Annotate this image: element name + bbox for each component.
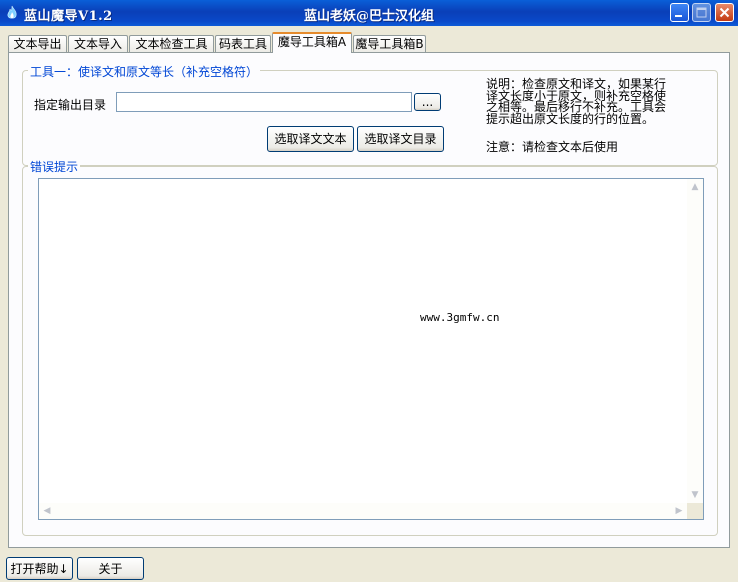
vertical-scrollbar[interactable]: ▲ ▼ [687,179,703,503]
output-dir-input[interactable] [116,92,412,112]
horizontal-scrollbar[interactable]: ◀ ▶ [39,503,687,519]
tab-text-export[interactable]: 文本导出 [8,35,67,52]
output-dir-label: 指定输出目录 [34,98,107,112]
open-help-button[interactable]: 打开帮助↓ [6,557,73,580]
about-button[interactable]: 关于 [77,557,144,580]
scroll-corner [687,503,703,519]
tool1-legend: 工具一：使译文和原文等长（补充空格符） [28,63,261,80]
tab-code-table-tool[interactable]: 码表工具 [215,35,271,52]
tab-magic-toolbox-a[interactable]: 魔导工具箱A [272,32,352,53]
tab-text-import[interactable]: 文本导入 [68,35,128,52]
tab-text-check-tool[interactable]: 文本检查工具 [129,35,214,52]
minimize-button[interactable] [670,3,689,22]
close-button[interactable] [715,3,734,22]
watermark-text: www.3gmfw.cn [420,311,500,324]
scroll-left-icon[interactable]: ◀ [40,504,54,518]
select-translation-text-button[interactable]: 选取译文文本 [267,126,354,152]
maximize-icon [696,7,707,18]
error-log-textarea[interactable]: ▲ ▼ ◀ ▶ [38,178,704,520]
scroll-up-icon[interactable]: ▲ [688,180,702,194]
tab-magic-toolbox-b[interactable]: 魔导工具箱B [353,35,426,52]
minimize-icon [675,15,682,17]
window-title: 蓝山老妖@巴士汉化组 [303,9,434,24]
title-bar[interactable]: 蓝山魔导V1.2 蓝山老妖@巴士汉化组 [0,0,738,26]
tool1-description: 说明：检查原文和译文，如果某行 译文长度小于原文，则补充空格使 之相等。最后移行… [486,77,667,126]
browse-button[interactable]: ... [414,93,441,111]
error-legend: 错误提示 [28,158,81,175]
select-translation-dir-button[interactable]: 选取译文目录 [357,126,444,152]
scroll-right-icon[interactable]: ▶ [672,504,686,518]
maximize-button[interactable] [692,3,711,22]
scroll-down-icon[interactable]: ▼ [688,488,702,502]
tool1-note: 注意：请检查文本后使用 [486,140,619,154]
close-icon [719,7,730,18]
